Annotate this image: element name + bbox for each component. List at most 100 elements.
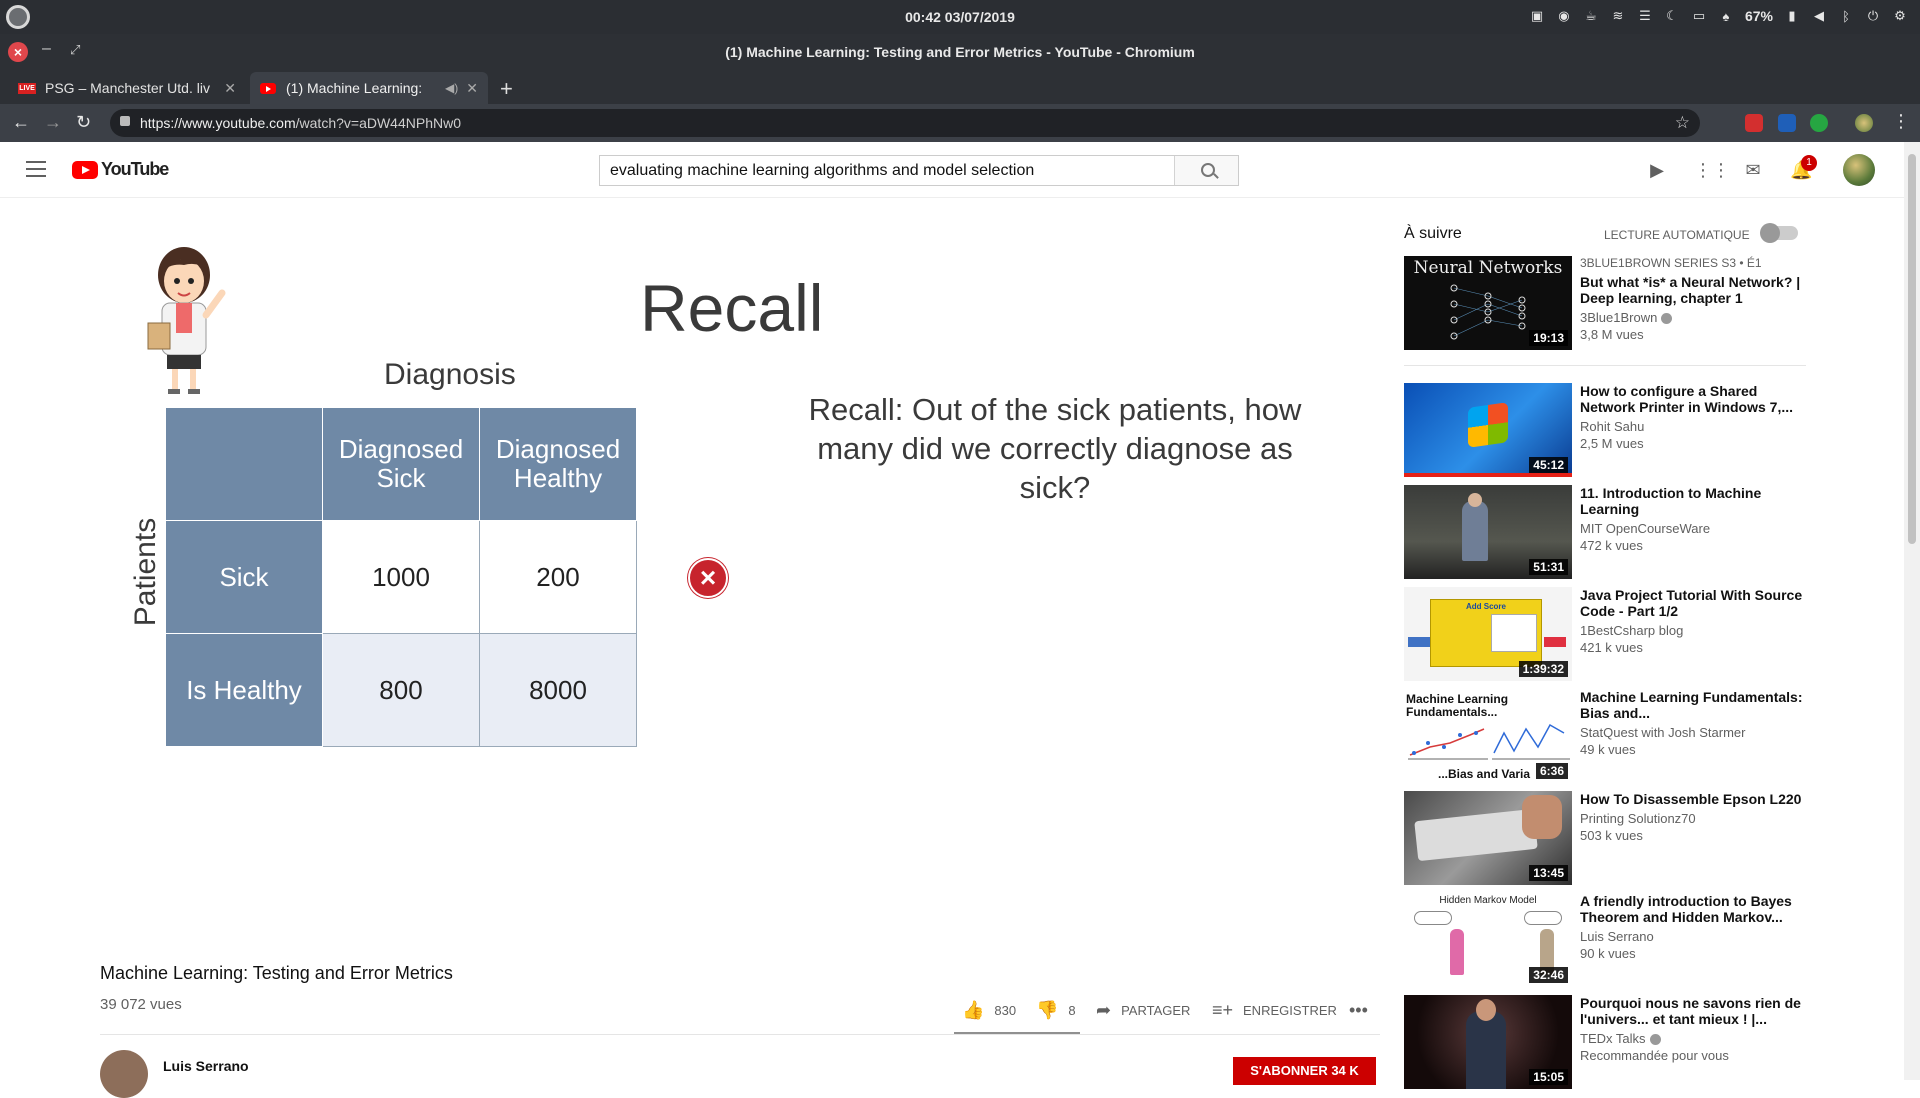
channel-name[interactable]: Luis Serrano (163, 1058, 249, 1074)
more-actions-button[interactable]: ••• (1349, 1000, 1378, 1021)
browser-toolbar: ← → ↻ https://www.youtube.com /watch?v=a… (0, 104, 1920, 142)
system-top-bar: 00:42 03/07/2019 ▣ ◉ ☕ ≋ ☰ ☾ ▭ ♠ 67% ▮ ◀… (0, 0, 1920, 34)
video-channel: StatQuest with Josh Starmer (1580, 725, 1746, 740)
tab-strip: LIVE PSG – Manchester Utd. liv ✕ (1) Mac… (0, 70, 1920, 104)
recommended-video[interactable]: 15:05 Pourquoi nous ne savons rien de l'… (1404, 995, 1806, 1089)
recommended-video[interactable]: 13:45 How To Disassemble Epson L220 Prin… (1404, 791, 1806, 885)
blue-button-graphic (1408, 637, 1430, 647)
verified-icon (1661, 313, 1673, 325)
video-thumbnail[interactable]: Machine Learning Fundamentals... ...Bias… (1404, 689, 1572, 783)
video-title: But what *is* a Neural Network? | Deep l… (1580, 274, 1801, 306)
cell-true-negative: 8000 (480, 634, 637, 747)
youtube-wordmark: YouTube (101, 159, 169, 179)
folder-icon[interactable]: ▭ (1691, 8, 1707, 24)
extension-icon[interactable] (1778, 114, 1796, 132)
cup-icon[interactable]: ☕ (1583, 8, 1599, 24)
video-title: Java Project Tutorial With Source Code -… (1580, 587, 1803, 619)
night-mode-icon[interactable]: ☾ (1664, 8, 1680, 24)
forward-arrow-icon[interactable]: → (44, 112, 62, 133)
video-thumbnail[interactable]: Neural Networks 19:13 (1404, 256, 1572, 350)
grammarly-extension-icon[interactable] (1810, 114, 1828, 132)
recommended-video[interactable]: Add Score 1:39:32 Java Project Tutorial … (1404, 587, 1806, 681)
recommended-video[interactable]: Neural Networks 19:13 3BLUE1BROWN SERIES… (1404, 256, 1806, 350)
row-header-sick: Sick (166, 521, 323, 634)
video-thumbnail[interactable]: 45:12 (1404, 383, 1572, 477)
bookmark-star-icon[interactable]: ☆ (1675, 113, 1690, 133)
messages-icon[interactable]: ✉ (1743, 160, 1763, 180)
back-arrow-icon[interactable]: ← (12, 112, 30, 133)
divider (1404, 365, 1806, 366)
apps-grid-icon[interactable]: ⋮⋮ (1694, 160, 1730, 180)
screen-icon[interactable]: ▣ (1529, 8, 1545, 24)
tab-machine-learning[interactable]: (1) Machine Learning: ◀) ✕ (250, 72, 488, 104)
video-info: Pourquoi nous ne savons rien de l'univer… (1580, 995, 1806, 1063)
reload-icon[interactable]: ↻ (76, 112, 91, 133)
list-icon[interactable]: ☰ (1637, 8, 1653, 24)
video-title: Machine Learning Fundamentals: Bias and.… (1580, 689, 1803, 721)
channel-avatar[interactable] (100, 1050, 148, 1098)
hamburger-menu-icon[interactable] (26, 161, 46, 177)
save-button[interactable]: ≡+ ENREGISTRER (1212, 1000, 1337, 1021)
col-header-diagnosed-sick: Diagnosed Sick (323, 408, 480, 521)
volume-icon[interactable]: ◀ (1811, 8, 1827, 24)
youtube-header: YouTube ▶ ⋮⋮ ✉ 🔔 1 (0, 142, 1904, 198)
settings-icon[interactable]: ⚙ (1892, 8, 1908, 24)
save-label: ENREGISTRER (1243, 1003, 1337, 1018)
video-thumbnail[interactable]: Hidden Markov Model 32:46 (1404, 893, 1572, 987)
windows-logo-icon (1468, 402, 1508, 448)
video-channel: Rohit Sahu (1580, 419, 1645, 434)
speech-bubble-graphic (1524, 911, 1562, 925)
recommended-video[interactable]: 45:12 How to configure a Shared Network … (1404, 383, 1806, 477)
recommended-video[interactable]: Machine Learning Fundamentals... ...Bias… (1404, 689, 1806, 783)
thumbnail-text: Add Score (1465, 602, 1506, 611)
browser-menu-icon[interactable]: ⋮ (1892, 111, 1910, 132)
tab-close-icon[interactable]: ✕ (224, 80, 236, 97)
cell-false-positive: 800 (323, 634, 480, 747)
ublock-extension-icon[interactable] (1745, 114, 1763, 132)
discord-icon[interactable]: ◉ (1556, 8, 1572, 24)
wifi-icon[interactable]: ≋ (1610, 8, 1626, 24)
tab-psg-live[interactable]: LIVE PSG – Manchester Utd. liv ✕ (8, 72, 246, 104)
notification-bell-icon[interactable]: ♠ (1718, 8, 1734, 24)
scrollbar-thumb[interactable] (1908, 154, 1916, 544)
video-thumbnail[interactable]: 51:31 (1404, 485, 1572, 579)
recommended-video[interactable]: 51:31 11. Introduction to Machine Learni… (1404, 485, 1806, 579)
share-button[interactable]: ➦ PARTAGER (1096, 1000, 1190, 1021)
speaker-figure (1466, 1011, 1506, 1089)
create-video-icon[interactable]: ▶ (1647, 160, 1667, 180)
video-thumbnail[interactable]: 13:45 (1404, 791, 1572, 885)
new-tab-button[interactable]: + (500, 76, 513, 102)
video-thumbnail[interactable]: Add Score 1:39:32 (1404, 587, 1572, 681)
dislike-button[interactable]: 👎 8 (1036, 1000, 1076, 1021)
battery-icon[interactable]: ▮ (1784, 8, 1800, 24)
doctor-illustration (147, 247, 226, 394)
page-scrollbar[interactable] (1904, 142, 1920, 1080)
diagnosis-label: Diagnosis (384, 358, 516, 391)
verified-icon (1649, 1034, 1661, 1046)
address-bar[interactable]: https://www.youtube.com /watch?v=aDW44NP… (110, 109, 1700, 137)
video-views: 3,8 M vues (1580, 327, 1644, 342)
printer-part-graphic (1414, 808, 1538, 862)
girl-figure (1450, 929, 1464, 975)
tab-close-icon[interactable]: ✕ (466, 80, 478, 97)
subscribe-button[interactable]: S'ABONNER 34 K (1233, 1057, 1376, 1085)
recommended-video[interactable]: Hidden Markov Model 32:46 A friendly int… (1404, 893, 1806, 987)
bluetooth-icon[interactable]: ᛒ (1838, 8, 1854, 24)
autoplay-toggle[interactable] (1760, 223, 1798, 243)
search-input[interactable] (600, 156, 1175, 185)
profile-avatar-icon[interactable] (1855, 114, 1873, 132)
youtube-logo[interactable]: YouTube (72, 159, 169, 180)
video-thumbnail[interactable]: 15:05 (1404, 995, 1572, 1089)
search-button[interactable] (1174, 156, 1238, 185)
window-title: (1) Machine Learning: Testing and Error … (725, 44, 1195, 60)
account-avatar[interactable] (1843, 154, 1875, 186)
like-button[interactable]: 👍 830 (962, 1000, 1016, 1021)
video-title: How to configure a Shared Network Printe… (1580, 383, 1794, 415)
video-duration: 19:13 (1529, 330, 1568, 346)
video-player[interactable]: Recall Diagnosis Patients Diagnosed Sick… (100, 200, 1380, 920)
playlist-add-icon: ≡+ (1212, 1000, 1234, 1020)
tab-audio-icon[interactable]: ◀) (445, 81, 458, 95)
power-icon[interactable]: ⏻ (1865, 8, 1881, 24)
video-duration: 51:31 (1529, 559, 1568, 575)
video-info: Java Project Tutorial With Source Code -… (1580, 587, 1806, 655)
